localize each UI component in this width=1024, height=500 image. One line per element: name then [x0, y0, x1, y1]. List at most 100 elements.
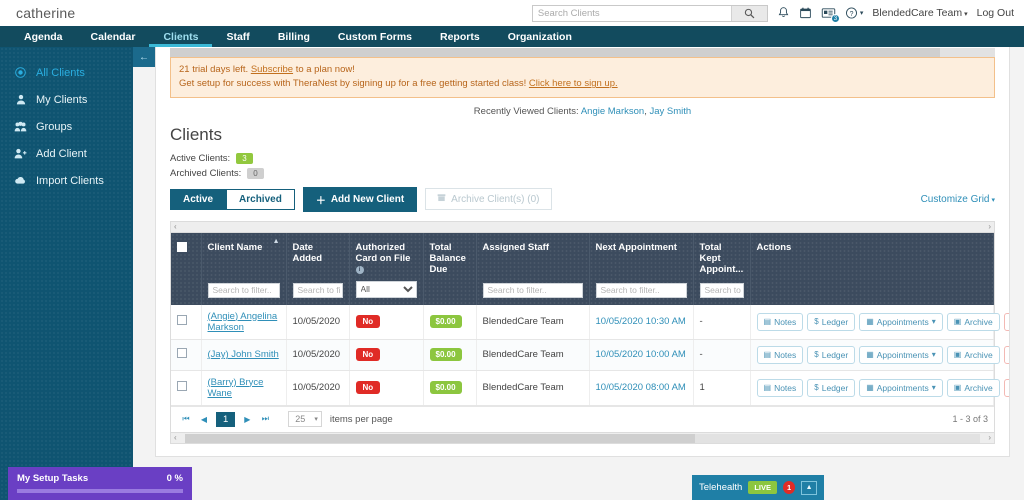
- delete-button[interactable]: 🗑Delete: [1003, 312, 1009, 331]
- telehealth-widget[interactable]: Telehealth LIVE 1 ▲: [692, 475, 824, 500]
- row-checkbox[interactable]: [177, 348, 187, 358]
- add-new-client-button[interactable]: ＋ Add New Client: [302, 186, 418, 212]
- recent-client-link[interactable]: Angie Markson: [581, 106, 644, 117]
- filter-wrap: [207, 282, 280, 298]
- scroll-thumb[interactable]: [185, 433, 696, 443]
- notes-button[interactable]: ▤ Notes: [756, 345, 804, 364]
- filter-client-name[interactable]: [207, 282, 280, 298]
- info-icon[interactable]: i: [355, 265, 364, 274]
- col-total-kept-appointments[interactable]: Total Kept Appoint...: [693, 232, 751, 305]
- table-row[interactable]: (Angie) Angelina Markson 10/05/2020 No $…: [171, 304, 1009, 340]
- calendar-icon[interactable]: [799, 6, 812, 20]
- nav-item-organization[interactable]: Organization: [494, 26, 586, 47]
- sidebar-collapse-button[interactable]: ←: [133, 47, 155, 67]
- signup-class-link[interactable]: Click here to sign up.: [529, 78, 618, 89]
- client-name-link[interactable]: (Angie) Angelina Markson: [208, 311, 278, 333]
- row-checkbox[interactable]: [177, 315, 187, 325]
- appointments-button[interactable]: ▦ Appointments ▾: [859, 345, 943, 364]
- appointments-button[interactable]: ▦ Appointments ▾: [859, 312, 943, 331]
- nav-item-custom-forms[interactable]: Custom Forms: [324, 26, 426, 47]
- next-page-button[interactable]: ▶: [238, 415, 256, 424]
- col-date-added[interactable]: Date Added: [286, 232, 350, 305]
- notes-button[interactable]: ▤ Notes: [756, 312, 804, 331]
- client-name-link[interactable]: (Barry) Bryce Wane: [208, 377, 264, 399]
- grid-scrollbar-top[interactable]: ‹ ›: [170, 48, 995, 233]
- team-menu[interactable]: BlendedCare Team ▾: [872, 7, 967, 19]
- customize-grid-menu[interactable]: Customize Grid ▾: [921, 194, 995, 205]
- filter-wrap: [595, 282, 687, 298]
- col-authorized-card[interactable]: Authorized Card on File i All: [349, 232, 424, 305]
- nav-item-clients[interactable]: Clients: [149, 26, 212, 47]
- page-number-1[interactable]: 1: [216, 411, 236, 427]
- client-name-link[interactable]: (Jay) John Smith: [208, 349, 279, 360]
- sidebar-item-import-clients[interactable]: Import Clients: [0, 167, 133, 194]
- archive-button[interactable]: ▣ Archive: [946, 345, 1000, 364]
- nav-item-reports[interactable]: Reports: [426, 26, 494, 47]
- logout-link[interactable]: Log Out: [977, 7, 1014, 19]
- filter-next-appointment[interactable]: [595, 282, 687, 298]
- delete-button[interactable]: 🗑Delete: [1003, 345, 1009, 364]
- scroll-left-arrow-icon[interactable]: ‹: [174, 433, 177, 442]
- first-page-button[interactable]: ⏮: [177, 414, 195, 424]
- brand-logo[interactable]: catherine: [0, 5, 75, 21]
- scroll-left-arrow-icon[interactable]: ‹: [174, 222, 177, 231]
- telehealth-expand-button[interactable]: ▲: [801, 480, 817, 495]
- nav-item-calendar[interactable]: Calendar: [77, 26, 150, 47]
- bell-icon[interactable]: [777, 6, 790, 20]
- filter-authorized-card[interactable]: All: [355, 280, 417, 298]
- ledger-button[interactable]: $ Ledger: [807, 345, 856, 364]
- tab-archived[interactable]: Archived: [226, 188, 295, 210]
- next-appointment-link[interactable]: 10/05/2020 08:00 AM: [596, 382, 686, 393]
- table-row[interactable]: (Jay) John Smith 10/05/2020 No $0.00 Ble…: [171, 339, 1009, 371]
- notes-button[interactable]: ▤ Notes: [756, 378, 804, 397]
- row-action-group: ▤Notes $Ledger ▦Appointments▾ ▣Archive 🗑…: [756, 378, 1009, 397]
- filter-total-kept[interactable]: [699, 282, 744, 298]
- search-input[interactable]: [532, 5, 731, 21]
- per-page-select[interactable]: 25 ▾: [288, 411, 322, 427]
- search-box[interactable]: [531, 4, 768, 22]
- delete-button[interactable]: 🗑Delete: [1003, 378, 1009, 397]
- grid-scrollbar-bottom[interactable]: ‹ ›: [171, 431, 994, 443]
- archive-label: Archive: [964, 349, 993, 360]
- tab-active[interactable]: Active: [170, 188, 227, 210]
- sidebar-item-groups[interactable]: Groups: [0, 113, 133, 140]
- sidebar-item-add-client[interactable]: Add Client: [0, 140, 133, 167]
- messages-icon[interactable]: 3: [821, 6, 840, 23]
- nav-item-agenda[interactable]: Agenda: [10, 26, 77, 47]
- nav-item-billing[interactable]: Billing: [264, 26, 324, 47]
- col-assigned-staff[interactable]: Assigned Staff: [476, 232, 590, 305]
- next-appointment-link[interactable]: 10/05/2020 10:00 AM: [596, 349, 686, 360]
- setup-tasks-widget[interactable]: My Setup Tasks 0 %: [8, 467, 192, 500]
- archive-button[interactable]: ▣ Archive: [946, 378, 1000, 397]
- search-icon[interactable]: [730, 5, 767, 21]
- scroll-right-arrow-icon[interactable]: ›: [988, 433, 991, 442]
- filter-date-added[interactable]: [292, 282, 343, 298]
- next-appointment-link[interactable]: 10/05/2020 10:30 AM: [596, 316, 686, 327]
- balance-badge: $0.00: [429, 315, 462, 328]
- prev-page-button[interactable]: ◀: [195, 415, 213, 424]
- ledger-button[interactable]: $ Ledger: [807, 312, 856, 331]
- help-chevron-down-icon[interactable]: ▾: [860, 9, 864, 17]
- col-total-balance-due[interactable]: Total Balance Due: [423, 232, 477, 305]
- select-all-checkbox[interactable]: [177, 241, 187, 252]
- ledger-button[interactable]: $ Ledger: [807, 378, 856, 397]
- sidebar-item-label: My Clients: [36, 93, 88, 106]
- col-next-appointment[interactable]: Next Appointment: [589, 232, 694, 305]
- sidebar-item-all-clients[interactable]: All Clients: [0, 59, 133, 86]
- nav-item-staff[interactable]: Staff: [212, 26, 263, 47]
- archive-label: Archive: [964, 316, 993, 327]
- chevron-down-icon: ▾: [991, 196, 995, 204]
- scroll-thumb[interactable]: [170, 48, 940, 57]
- appointments-button[interactable]: ▦ Appointments ▾: [859, 378, 943, 397]
- help-icon[interactable]: ? ▾: [845, 6, 864, 20]
- last-page-button[interactable]: ⏭: [256, 414, 274, 424]
- recent-client-link[interactable]: Jay Smith: [649, 106, 691, 117]
- subscribe-link[interactable]: Subscribe: [251, 64, 293, 75]
- sidebar-item-my-clients[interactable]: My Clients: [0, 86, 133, 113]
- col-client-name[interactable]: ▲ Client Name: [201, 232, 287, 305]
- scroll-right-arrow-icon[interactable]: ›: [988, 222, 991, 231]
- row-checkbox[interactable]: [177, 381, 187, 391]
- filter-assigned-staff[interactable]: [482, 282, 583, 298]
- table-row[interactable]: (Barry) Bryce Wane 10/05/2020 No $0.00 B…: [171, 370, 1009, 406]
- archive-button[interactable]: ▣ Archive: [946, 312, 1000, 331]
